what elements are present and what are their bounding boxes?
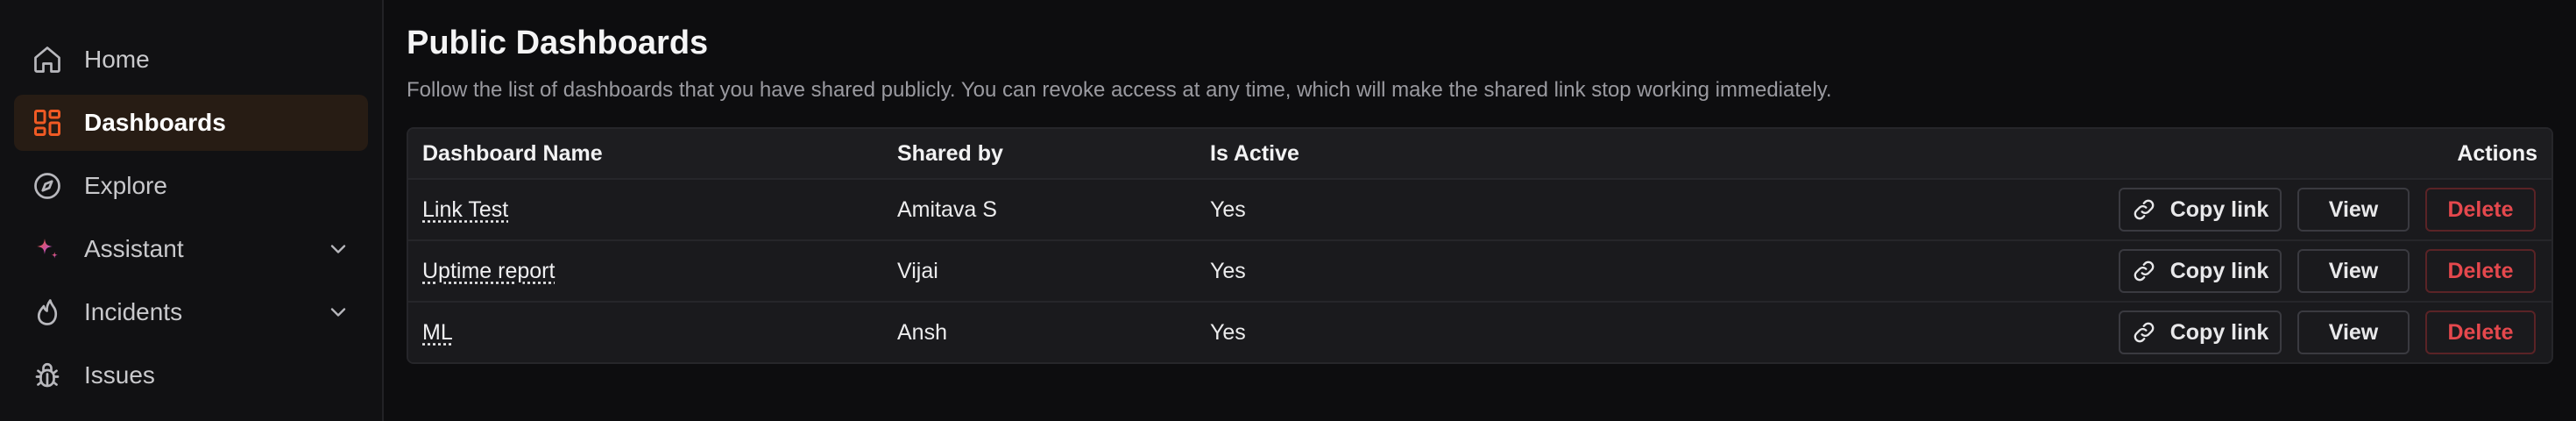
shared-by-cell: Vijai (897, 258, 938, 283)
copy-link-label: Copy link (2169, 319, 2269, 345)
is-active-cell: Yes (1210, 196, 1246, 222)
sidebar-item-label: Issues (84, 361, 155, 389)
sidebar-item-label: Home (84, 46, 150, 73)
sidebar-item-label: Dashboards (84, 109, 226, 136)
copy-link-label: Copy link (2169, 196, 2269, 222)
link-icon (2134, 260, 2155, 282)
page-title: Public Dashboards (407, 25, 709, 61)
sidebar-item-issues[interactable]: Issues (14, 347, 368, 403)
main-content: Public Dashboards Follow the list of das… (384, 0, 2576, 421)
delete-button[interactable]: Delete (2425, 249, 2536, 293)
table-row: Link Test Amitava S Yes Copy link View D… (408, 178, 2551, 239)
sidebar-item-label: Assistant (84, 235, 184, 262)
column-header-is-active: Is Active (1210, 140, 1299, 166)
dashboards-icon (32, 107, 63, 139)
chevron-down-icon[interactable] (326, 237, 350, 261)
bug-icon (32, 360, 63, 391)
page-description: Follow the list of dashboards that you h… (407, 78, 1832, 102)
sidebar-item-label: Explore (84, 172, 167, 199)
is-active-cell: Yes (1210, 319, 1246, 345)
column-header-actions: Actions (2457, 140, 2537, 166)
copy-link-button[interactable]: Copy link (2119, 310, 2282, 354)
flame-icon (32, 296, 63, 328)
row-actions: Copy link View Delete (1473, 188, 2551, 232)
sidebar-item-incidents[interactable]: Incidents (14, 284, 368, 340)
row-actions: Copy link View Delete (1473, 310, 2551, 354)
sidebar-item-home[interactable]: Home (14, 32, 368, 88)
delete-button[interactable]: Delete (2425, 310, 2536, 354)
table-row: Uptime report Vijai Yes Copy link View D… (408, 239, 2551, 301)
view-button[interactable]: View (2297, 249, 2410, 293)
chevron-down-icon[interactable] (326, 300, 350, 325)
is-active-cell: Yes (1210, 258, 1246, 283)
home-icon (32, 44, 63, 75)
delete-button[interactable]: Delete (2425, 188, 2536, 232)
column-header-name: Dashboard Name (422, 140, 603, 166)
table-row: ML Ansh Yes Copy link View Delete (408, 301, 2551, 362)
dashboard-name-link[interactable]: ML (422, 320, 453, 345)
copy-link-label: Copy link (2169, 258, 2269, 283)
sidebar-item-dashboards[interactable]: Dashboards (14, 95, 368, 151)
column-header-shared-by: Shared by (897, 140, 1003, 166)
table-header-row: Dashboard Name Shared by Is Active Actio… (408, 129, 2551, 178)
shared-by-cell: Ansh (897, 319, 947, 345)
link-icon (2134, 322, 2155, 343)
row-actions: Copy link View Delete (1473, 249, 2551, 293)
dashboard-name-link[interactable]: Uptime report (422, 259, 555, 283)
sidebar: Home Dashboards Explore Assistant Incide… (0, 0, 384, 421)
copy-link-button[interactable]: Copy link (2119, 249, 2282, 293)
link-icon (2134, 199, 2155, 220)
view-button[interactable]: View (2297, 188, 2410, 232)
view-button[interactable]: View (2297, 310, 2410, 354)
copy-link-button[interactable]: Copy link (2119, 188, 2282, 232)
public-dashboards-table: Dashboard Name Shared by Is Active Actio… (407, 127, 2553, 364)
compass-icon (32, 170, 63, 202)
sidebar-item-assistant[interactable]: Assistant (14, 221, 368, 277)
dashboard-name-link[interactable]: Link Test (422, 197, 508, 222)
sidebar-item-label: Incidents (84, 298, 183, 325)
sparkle-icon (32, 233, 63, 265)
shared-by-cell: Amitava S (897, 196, 997, 222)
sidebar-item-explore[interactable]: Explore (14, 158, 368, 214)
